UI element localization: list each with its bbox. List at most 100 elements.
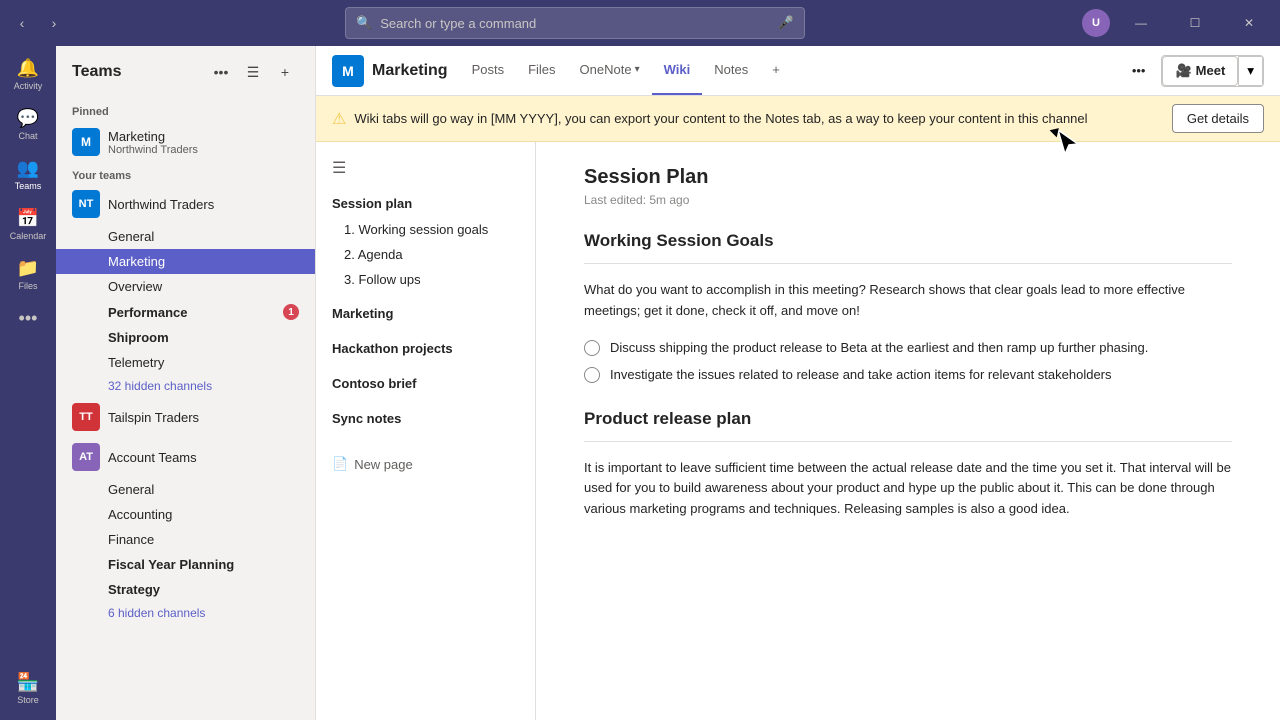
performance-badge: 1 <box>283 304 299 320</box>
northwind-name: Northwind Traders <box>108 197 276 212</box>
wiki-section-sync-notes: Sync notes <box>316 401 535 436</box>
forward-button[interactable]: › <box>40 9 68 37</box>
wiki-sidebar: ☰ Session plan 1. Working session goals … <box>316 142 536 720</box>
account-hidden-channels[interactable]: 6 hidden channels <box>56 602 315 624</box>
tab-wiki-label: Wiki <box>664 62 691 77</box>
meet-button-group: 🎥 Meet ▾ <box>1161 55 1264 87</box>
sidebar-header: Teams ••• ☰ + <box>56 46 315 94</box>
wiki-section-title-contoso[interactable]: Contoso brief <box>316 370 535 397</box>
new-page-icon: 📄 <box>332 456 348 472</box>
more-apps-button[interactable]: ••• <box>4 300 52 336</box>
sidebar-item-files[interactable]: 📁 Files <box>4 250 52 298</box>
warning-text: Wiki tabs will go way in [MM YYYY], you … <box>354 111 1164 126</box>
more-options-channel-button[interactable]: ••• <box>1120 57 1158 84</box>
get-details-button[interactable]: Get details <box>1172 104 1264 133</box>
new-page-button[interactable]: 📄 New page <box>332 456 519 472</box>
calendar-label: Calendar <box>10 231 47 241</box>
chat-label: Chat <box>18 131 37 141</box>
tab-notes[interactable]: Notes <box>702 46 760 95</box>
tab-onenote[interactable]: OneNote▾ <box>568 46 652 95</box>
northwind-icon: NT <box>72 190 100 218</box>
wiki-checkbox-label-1: Discuss shipping the product release to … <box>610 338 1148 358</box>
wiki-section-title-session-plan[interactable]: Session plan <box>316 190 535 217</box>
team-tailspin: TT Tailspin Traders ••• <box>56 397 315 437</box>
sidebar-item-chat[interactable]: 💬 Chat <box>4 100 52 148</box>
tab-files[interactable]: Files <box>516 46 567 95</box>
store-icon: 🏪 <box>17 672 39 693</box>
wiki-divider-1 <box>584 263 1232 264</box>
team-northwind: NT Northwind Traders ••• General Marketi… <box>56 184 315 397</box>
wiki-section-title-marketing[interactable]: Marketing <box>316 300 535 327</box>
wiki-paragraph-goals: What do you want to accomplish in this m… <box>584 280 1232 322</box>
files-label: Files <box>18 281 37 291</box>
northwind-hidden-channels[interactable]: 32 hidden channels <box>56 375 315 397</box>
nav-rail: 🔔 Activity 💬 Chat 👥 Teams 📅 Calendar 📁 F… <box>0 46 56 720</box>
minimize-button[interactable]: — <box>1118 0 1164 46</box>
sidebar-item-calendar[interactable]: 📅 Calendar <box>4 200 52 248</box>
sidebar-item-store[interactable]: 🏪 Store <box>4 664 52 712</box>
more-options-button[interactable]: ••• <box>207 58 235 86</box>
wiki-subsection-followups[interactable]: 3. Follow ups <box>316 267 535 292</box>
channel-shiproom[interactable]: Shiproom <box>56 325 315 350</box>
chat-icon: 💬 <box>17 108 39 129</box>
pinned-item-info: Marketing Northwind Traders <box>108 129 198 156</box>
new-page-label: New page <box>354 457 413 472</box>
channel-performance-label: Performance <box>108 305 187 320</box>
warning-icon: ⚠ <box>332 109 346 129</box>
titlebar: ‹ › 🔍 🎤 U — ☐ ✕ <box>0 0 1280 46</box>
wiki-checkbox-item-1: Discuss shipping the product release to … <box>584 338 1232 358</box>
channel-fiscal[interactable]: Fiscal Year Planning <box>56 552 315 577</box>
add-team-button[interactable]: + <box>271 58 299 86</box>
channel-general[interactable]: General <box>56 224 315 249</box>
team-tailspin-header[interactable]: TT Tailspin Traders ••• <box>56 397 315 437</box>
search-bar[interactable]: 🔍 🎤 <box>345 7 805 39</box>
sidebar-title: Teams <box>72 63 122 81</box>
maximize-button[interactable]: ☐ <box>1172 0 1218 46</box>
pinned-name: Marketing <box>108 129 198 144</box>
account-icon: AT <box>72 443 100 471</box>
back-button[interactable]: ‹ <box>8 9 36 37</box>
channel-performance[interactable]: Performance 1 <box>56 299 315 325</box>
wiki-section-hackathon: Hackathon projects <box>316 331 535 366</box>
your-teams-label: Your teams <box>56 162 315 184</box>
tab-posts[interactable]: Posts <box>460 46 517 95</box>
wiki-menu-icon[interactable]: ☰ <box>332 158 346 178</box>
wiki-checkbox-1[interactable] <box>584 340 600 356</box>
avatar[interactable]: U <box>1082 9 1110 37</box>
channel-finance[interactable]: Finance <box>56 527 315 552</box>
tab-wiki[interactable]: Wiki <box>652 46 703 95</box>
filter-button[interactable]: ☰ <box>239 58 267 86</box>
team-account-header[interactable]: AT Account Teams ••• <box>56 437 315 477</box>
wiki-section-title-hackathon[interactable]: Hackathon projects <box>316 335 535 362</box>
wiki-checkbox-label-2: Investigate the issues related to releas… <box>610 365 1112 385</box>
team-northwind-header[interactable]: NT Northwind Traders ••• <box>56 184 315 224</box>
tab-notes-label: Notes <box>714 62 748 77</box>
tab-files-label: Files <box>528 62 555 77</box>
wiki-subsection-agenda[interactable]: 2. Agenda <box>316 242 535 267</box>
wiki-subsection-working-goals[interactable]: 1. Working session goals <box>316 217 535 242</box>
pinned-marketing[interactable]: M Marketing Northwind Traders <box>72 122 299 162</box>
wiki-section-heading-product: Product release plan <box>584 409 1232 429</box>
meet-dropdown-button[interactable]: ▾ <box>1238 56 1263 86</box>
tab-add[interactable]: + <box>760 46 792 95</box>
wiki-checkbox-2[interactable] <box>584 367 600 383</box>
sidebar-header-icons: ••• ☰ + <box>207 58 299 86</box>
sidebar-item-teams[interactable]: 👥 Teams <box>4 150 52 198</box>
channel-account-general[interactable]: General <box>56 477 315 502</box>
sidebar-content: Pinned M Marketing Northwind Traders You… <box>56 94 315 720</box>
channel-strategy[interactable]: Strategy <box>56 577 315 602</box>
nav-rail-bottom: 🏪 Store <box>4 664 52 720</box>
channel-telemetry[interactable]: Telemetry <box>56 350 315 375</box>
close-button[interactable]: ✕ <box>1226 0 1272 46</box>
wiki-section-title-sync-notes[interactable]: Sync notes <box>316 405 535 432</box>
channel-marketing[interactable]: Marketing <box>56 249 315 274</box>
channel-accounting[interactable]: Accounting <box>56 502 315 527</box>
sidebar-item-activity[interactable]: 🔔 Activity <box>4 50 52 98</box>
channel-header-actions: ••• 🎥 Meet ▾ <box>1120 55 1264 87</box>
channel-overview[interactable]: Overview <box>56 274 315 299</box>
onenote-dropdown-icon: ▾ <box>635 64 640 75</box>
wiki-sidebar-header: ☰ <box>316 150 535 186</box>
search-input[interactable] <box>380 16 770 31</box>
teams-label: Teams <box>15 181 42 191</box>
meet-button[interactable]: 🎥 Meet <box>1162 56 1238 86</box>
